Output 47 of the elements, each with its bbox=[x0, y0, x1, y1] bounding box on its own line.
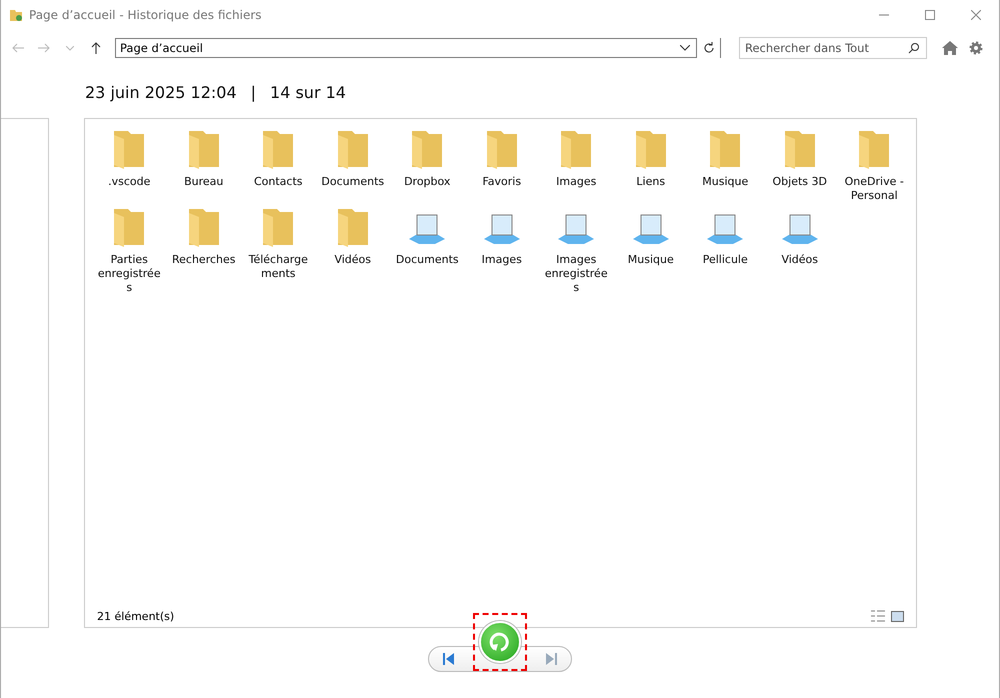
next-version-icon[interactable] bbox=[545, 653, 557, 665]
item-label[interactable]: Vidéos bbox=[764, 253, 835, 267]
right-arrow-icon[interactable] bbox=[38, 43, 50, 53]
item-label[interactable]: Documents bbox=[392, 253, 462, 267]
maximize-icon[interactable] bbox=[925, 10, 935, 20]
item-label[interactable]: Parties enregistrée s bbox=[94, 253, 164, 295]
restore-button[interactable] bbox=[479, 621, 521, 663]
restore-icon[interactable] bbox=[488, 630, 512, 654]
dropdown-icon[interactable] bbox=[680, 45, 690, 51]
item-count: 21 élément(s) bbox=[97, 610, 174, 622]
item-label[interactable]: Pellicule bbox=[690, 253, 760, 267]
search-icon bbox=[908, 42, 920, 54]
close-icon[interactable] bbox=[971, 10, 981, 20]
item-label[interactable]: Images enregistrée s bbox=[541, 253, 612, 295]
item-label[interactable]: Documents bbox=[318, 175, 388, 189]
search-field[interactable]: Rechercher dans Tout bbox=[740, 41, 908, 55]
item-label[interactable]: Vidéos bbox=[318, 253, 388, 267]
caret-icon[interactable] bbox=[66, 46, 74, 50]
item-label[interactable]: Musique bbox=[690, 175, 760, 189]
item-label[interactable]: Images bbox=[541, 175, 612, 189]
item-label[interactable]: Favoris bbox=[466, 175, 537, 189]
version-position: 14 sur 14 bbox=[270, 82, 346, 102]
item-label[interactable]: OneDrive - Personal bbox=[839, 175, 910, 203]
up-arrow-icon[interactable] bbox=[91, 42, 101, 54]
separator-text: | bbox=[250, 82, 256, 102]
window-title: Page d’accueil - Historique des fichiers bbox=[29, 8, 262, 22]
large-icons-view-icon[interactable] bbox=[891, 610, 904, 622]
item-label[interactable]: Images bbox=[466, 253, 537, 267]
item-label[interactable]: Contacts bbox=[243, 175, 314, 189]
item-label[interactable]: Objets 3D bbox=[764, 175, 835, 189]
left-arrow-icon[interactable] bbox=[12, 43, 24, 53]
backup-date: 23 juin 2025 12:04 bbox=[85, 82, 237, 102]
home-icon[interactable] bbox=[942, 41, 958, 55]
address-field[interactable]: Page d’accueil bbox=[116, 41, 680, 55]
item-label[interactable]: Bureau bbox=[168, 175, 239, 189]
details-view-icon[interactable] bbox=[871, 610, 885, 622]
item-label[interactable]: .vscode bbox=[94, 175, 164, 189]
item-label[interactable]: Télécharge ments bbox=[243, 253, 314, 281]
refresh-icon[interactable] bbox=[702, 42, 714, 54]
previous-version-icon[interactable] bbox=[443, 653, 455, 665]
item-label[interactable]: Recherches bbox=[168, 253, 239, 267]
address-bar[interactable]: Page d’accueil bbox=[115, 38, 721, 58]
item-label[interactable]: Musique bbox=[616, 253, 686, 267]
item-label[interactable]: Dropbox bbox=[392, 175, 462, 189]
folder-icon bbox=[9, 8, 23, 22]
search-box[interactable]: Rechercher dans Tout bbox=[739, 37, 927, 59]
item-label[interactable]: Liens bbox=[616, 175, 686, 189]
